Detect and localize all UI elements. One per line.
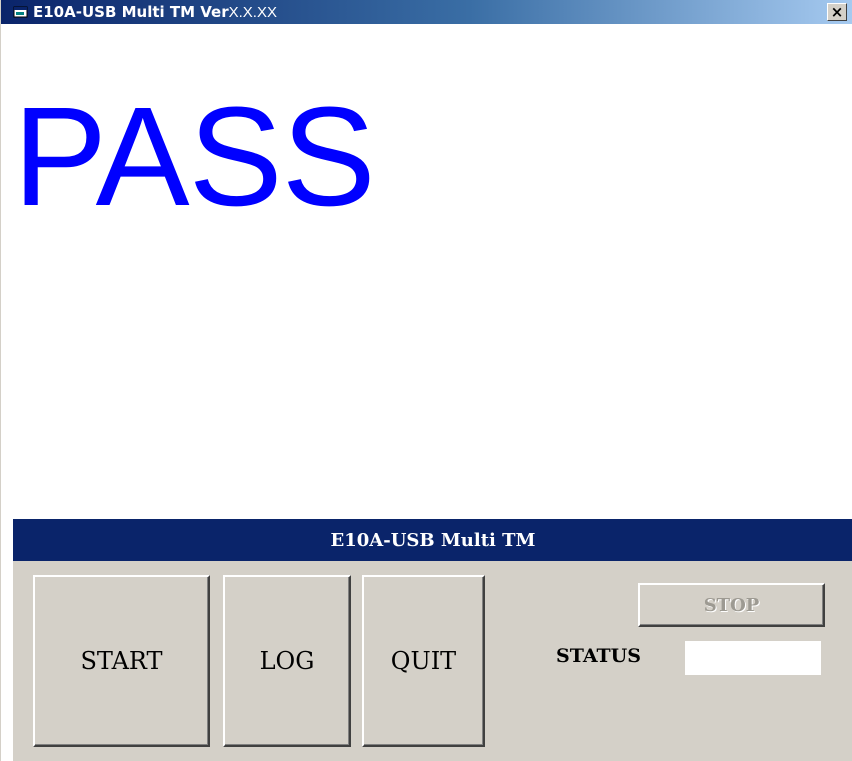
result-text: PASS [13,77,376,235]
title-bar[interactable]: E10A-USB Multi TM Ver X.X.XX × [1,0,852,24]
main-window: E10A-USB Multi TM Ver X.X.XX × PASS E10A-… [0,0,852,761]
start-button[interactable]: START [33,575,210,747]
quit-button[interactable]: QUIT [362,575,485,747]
close-icon: × [830,2,844,21]
window-version: X.X.XX [228,3,277,21]
result-display: PASS [13,24,852,519]
log-button[interactable]: LOG [223,575,351,747]
app-window-icon[interactable] [13,4,29,20]
close-button[interactable]: × [827,3,847,21]
status-label: STATUS [556,645,641,667]
window-title: E10A-USB Multi TM Ver [33,3,229,21]
stop-button[interactable]: STOP [638,583,825,627]
control-panel: START LOG QUIT STOP STATUS [13,561,852,761]
app-banner: E10A-USB Multi TM [13,519,852,561]
status-field [685,641,821,675]
banner-text: E10A-USB Multi TM [330,529,536,551]
